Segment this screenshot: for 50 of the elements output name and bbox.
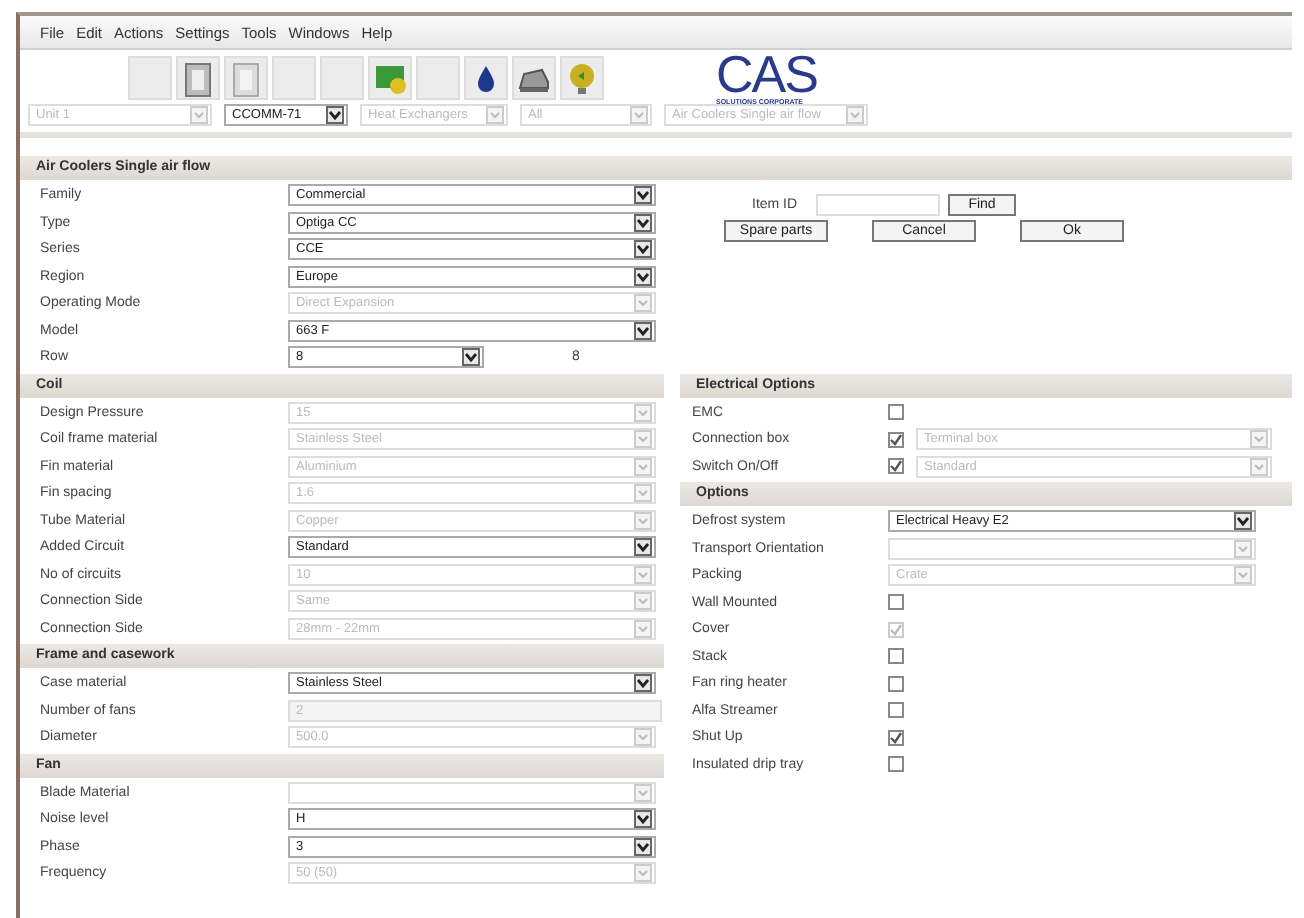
dropdown-arrow-icon xyxy=(1250,457,1268,476)
dropdown-arrow-icon xyxy=(634,810,652,829)
checkbox[interactable] xyxy=(888,702,904,719)
dropdown-arrow-icon xyxy=(486,106,504,124)
dropdown-arrow-icon xyxy=(634,864,652,883)
dropdown-arrow-icon xyxy=(634,783,652,802)
dropdown-arrow-icon xyxy=(634,619,652,638)
dropdown-arrow-icon xyxy=(630,106,648,124)
toolbar-button[interactable] xyxy=(560,56,604,100)
toolbar-button[interactable] xyxy=(176,56,220,100)
dropdown-arrow-icon xyxy=(462,348,480,367)
checkbox[interactable] xyxy=(888,675,904,692)
dropdown-arrow-icon xyxy=(634,511,652,530)
dropdown-arrow-icon xyxy=(634,592,652,611)
logo: CAS xyxy=(716,50,817,98)
toolbar-button[interactable] xyxy=(464,56,508,100)
checkbox[interactable] xyxy=(888,756,904,773)
dropdown-arrow-icon xyxy=(634,321,652,340)
dropdown-arrow-icon xyxy=(634,403,652,422)
dropdown-arrow-icon xyxy=(634,457,652,476)
dropdown-arrow-icon xyxy=(190,106,208,124)
checkbox[interactable] xyxy=(888,431,904,448)
dropdown-arrow-icon xyxy=(634,728,652,747)
dropdown-arrow-icon xyxy=(634,430,652,449)
dropdown-arrow-icon xyxy=(634,294,652,313)
dropdown-arrow-icon xyxy=(326,106,344,124)
input-field[interactable] xyxy=(816,194,940,216)
dropdown-arrow-icon xyxy=(634,240,652,259)
dropdown-arrow-icon xyxy=(634,484,652,503)
checkmark-icon xyxy=(890,460,902,473)
dropdown-arrow-icon xyxy=(1250,430,1268,449)
dropdown-arrow-icon xyxy=(1234,566,1252,585)
checkbox[interactable] xyxy=(888,404,904,421)
dropdown-arrow-icon xyxy=(634,213,652,232)
checkmark-icon xyxy=(890,731,902,744)
checkbox[interactable] xyxy=(888,729,904,746)
dropdown-arrow-icon xyxy=(634,674,652,693)
checkmark-icon xyxy=(890,623,902,636)
dropdown-arrow-icon xyxy=(634,538,652,557)
dropdown-arrow-icon xyxy=(634,186,652,205)
checkbox[interactable] xyxy=(888,458,904,475)
dropdown-arrow-icon xyxy=(1234,512,1252,531)
dropdown-arrow-icon xyxy=(634,565,652,584)
dropdown-arrow-icon xyxy=(634,267,652,286)
checkbox[interactable] xyxy=(888,594,904,611)
dropdown-arrow-icon xyxy=(634,837,652,856)
dropdown-arrow-icon xyxy=(1234,539,1252,558)
checkbox[interactable] xyxy=(888,648,904,665)
dropdown-arrow-icon xyxy=(846,106,864,124)
checkmark-icon xyxy=(890,433,902,446)
